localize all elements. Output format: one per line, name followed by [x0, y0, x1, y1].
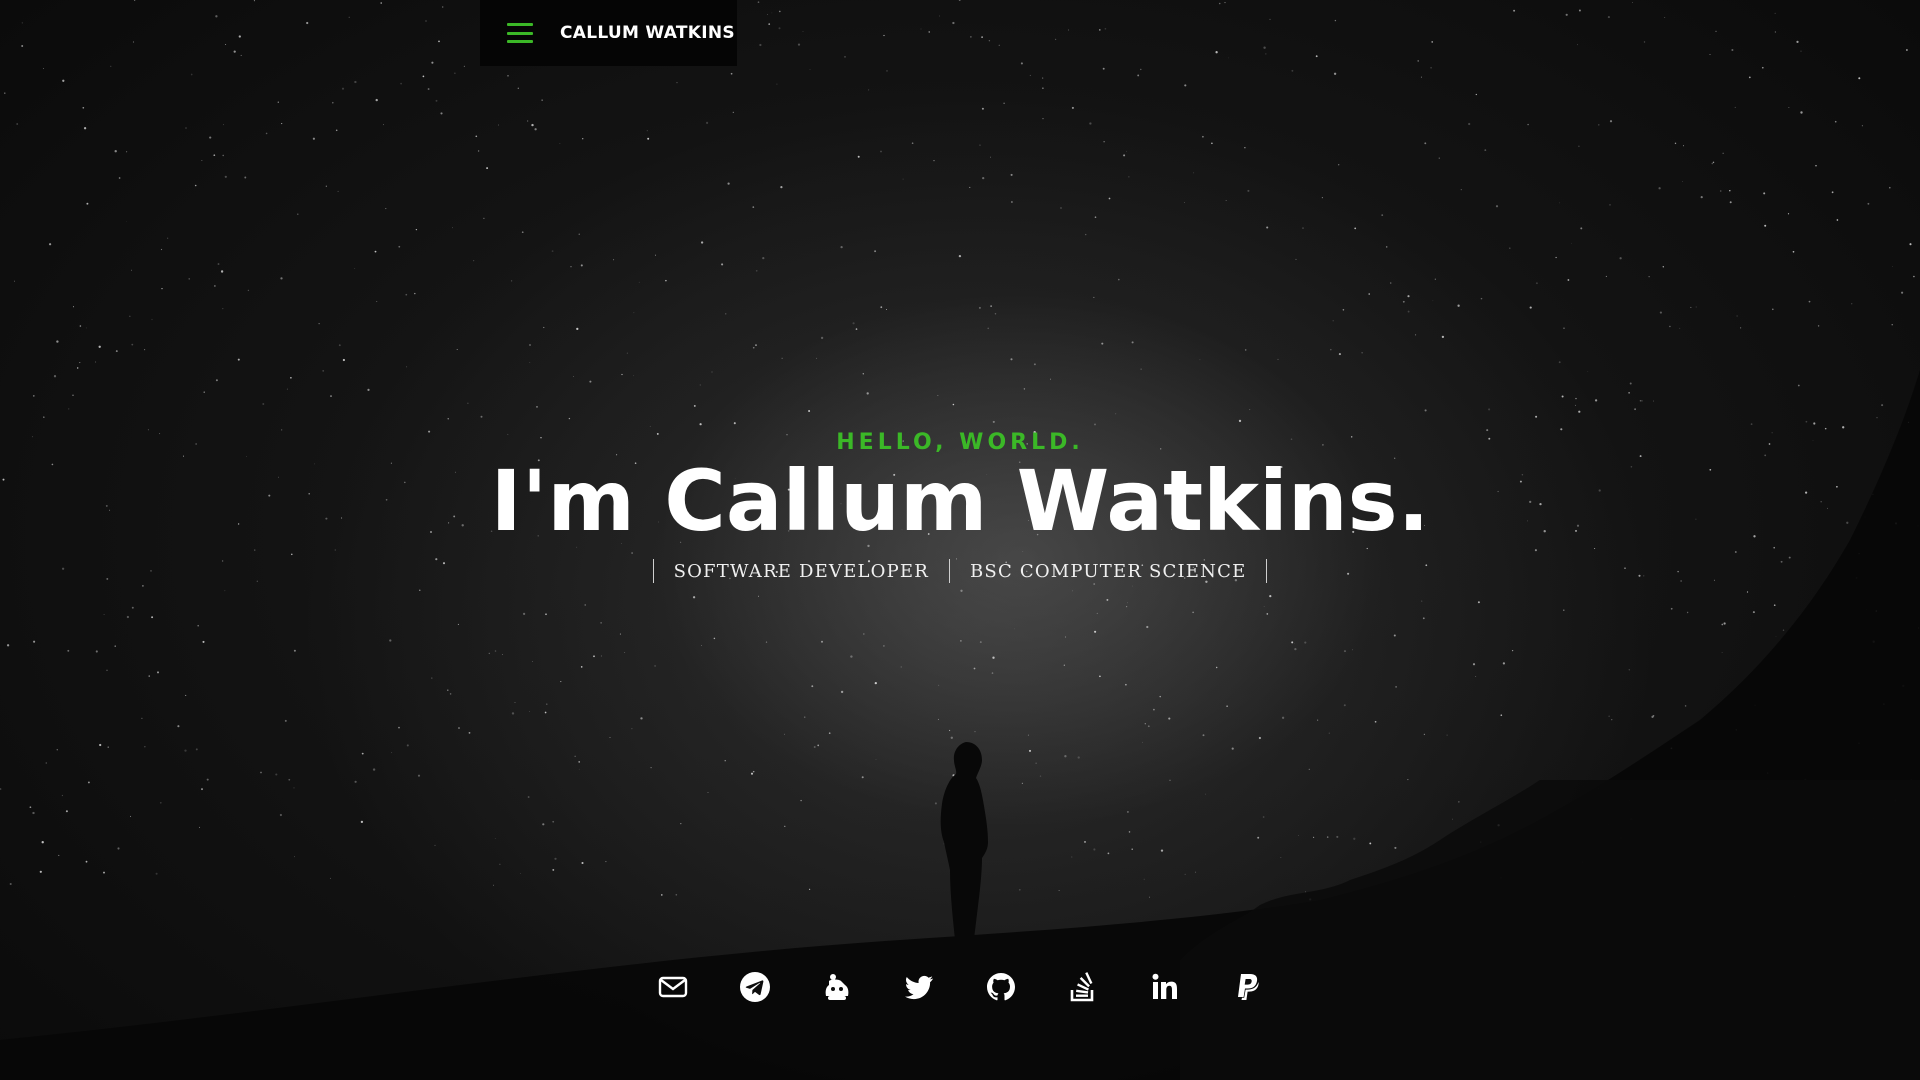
role-bsc-computer-science: BSC COMPUTER SCIENCE	[970, 560, 1247, 582]
twitter-icon	[904, 975, 933, 1000]
email-link[interactable]	[656, 970, 690, 1004]
telegram-link[interactable]	[738, 970, 772, 1004]
page-title: I'm Callum Watkins.	[490, 452, 1430, 550]
twitter-link[interactable]	[902, 970, 936, 1004]
linkedin-link[interactable]	[1148, 970, 1182, 1004]
bot-icon	[825, 974, 849, 1000]
paypal-link[interactable]	[1230, 970, 1264, 1004]
github-icon	[987, 973, 1015, 1001]
paypal-icon	[1238, 974, 1259, 1000]
top-navbar: CALLUM WATKINS	[480, 0, 737, 66]
site-brand[interactable]: CALLUM WATKINS	[560, 23, 735, 43]
github-link[interactable]	[984, 970, 1018, 1004]
stackoverflow-link[interactable]	[1066, 970, 1100, 1004]
email-icon	[658, 976, 688, 998]
intro-section: HELLO, WORLD. I'm Callum Watkins. SOFTWA…	[0, 430, 1920, 588]
social-links	[0, 970, 1920, 1004]
stackoverflow-icon	[1070, 972, 1094, 1002]
role-software-developer: SOFTWARE DEVELOPER	[673, 560, 929, 582]
role-divider	[1266, 559, 1268, 584]
linkedin-icon	[1152, 973, 1177, 999]
hamburger-menu-icon[interactable]	[507, 23, 533, 43]
roles-list: SOFTWARE DEVELOPER BSC COMPUTER SCIENCE	[652, 559, 1268, 584]
telegram-icon	[740, 972, 770, 1002]
bot-link[interactable]	[820, 970, 854, 1004]
